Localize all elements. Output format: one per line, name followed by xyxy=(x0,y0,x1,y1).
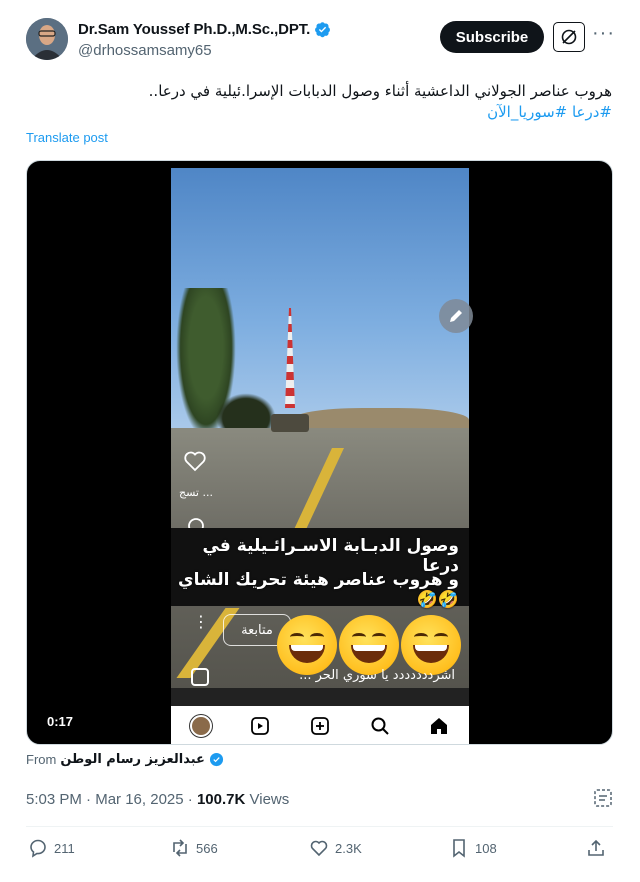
repost-count: 566 xyxy=(196,840,218,856)
reply-count: 211 xyxy=(54,840,75,856)
bookmark-icon xyxy=(453,839,465,858)
reply-icon xyxy=(30,839,46,858)
reply-button[interactable]: 211 xyxy=(28,838,75,858)
heart-overlay-icon xyxy=(184,451,206,472)
profile-nav-icon xyxy=(189,714,213,738)
source-author-name[interactable]: عبدالعزيز رسام الوطن xyxy=(60,752,205,767)
reel-icon xyxy=(191,668,209,686)
tweet-hashtags[interactable]: #درعا #سوريا_الآن xyxy=(487,103,612,121)
meta-separator: · xyxy=(187,791,193,808)
views-count: 100.7K xyxy=(196,791,246,808)
instagram-nav-bar xyxy=(171,706,469,744)
repost-icon xyxy=(173,839,187,857)
video-player[interactable]: تسج ... وصول الدبـابة الاسـرائـيلية في د… xyxy=(26,160,613,745)
share-icon xyxy=(588,839,604,856)
search-nav-icon xyxy=(368,714,392,738)
add-post-nav-icon xyxy=(308,714,332,738)
video-caption-line2: و هروب عناصر هيئة تحريك الشاي🤣🤣 xyxy=(178,570,459,610)
edit-pencil-icon xyxy=(439,299,473,333)
post-time[interactable]: 5:03 PM xyxy=(26,791,82,808)
tweet-meta: 5:03 PM · Mar 16, 2025 · 100.7K Views xyxy=(26,791,289,808)
author-avatar[interactable] xyxy=(26,18,68,60)
from-label: From xyxy=(26,752,57,767)
author-handle[interactable]: @drhossamsamy65 xyxy=(78,42,212,59)
author-display-name[interactable]: Dr.Sam Youssef Ph.D.,M.Sc.,DPT. xyxy=(78,21,310,38)
grok-icon[interactable] xyxy=(553,22,585,52)
bookmark-button[interactable]: 108 xyxy=(449,838,497,858)
share-button[interactable] xyxy=(586,838,606,858)
analytics-icon[interactable] xyxy=(593,788,613,808)
original-caption: اشرددددددد يا سوري الحر ... xyxy=(299,668,455,683)
like-count: 2.3K xyxy=(335,840,362,856)
post-date[interactable]: Mar 16, 2025 xyxy=(95,791,183,808)
bookmark-count: 108 xyxy=(475,840,497,856)
from-attribution[interactable]: From عبدالعزيز رسام الوطن xyxy=(26,752,224,767)
grin-emoji-icon xyxy=(339,615,399,675)
video-frame: تسج ... وصول الدبـابة الاسـرائـيلية في د… xyxy=(171,168,469,744)
subscribe-button[interactable]: Subscribe xyxy=(440,21,544,53)
author-name-row[interactable]: Dr.Sam Youssef Ph.D.,M.Sc.,DPT. xyxy=(78,21,331,38)
divider xyxy=(26,826,613,827)
verified-badge-icon xyxy=(315,22,331,38)
like-overlay-label: تسج ... xyxy=(179,486,213,499)
translate-post-link[interactable]: Translate post xyxy=(26,130,108,145)
tweet-text: هروب عناصر الجولاني الداعشية أثناء وصول … xyxy=(148,82,612,100)
grin-emoji-icon xyxy=(277,615,337,675)
grin-emoji-icon xyxy=(401,615,461,675)
tank xyxy=(271,414,309,432)
reels-nav-icon xyxy=(248,714,272,738)
more-options-icon[interactable]: ··· xyxy=(592,23,614,46)
video-duration: 0:17 xyxy=(47,714,74,729)
like-button[interactable]: 2.3K xyxy=(309,838,362,858)
heart-icon xyxy=(310,840,328,857)
home-nav-icon xyxy=(427,714,451,738)
action-bar: 211 566 2.3K 108 xyxy=(26,838,613,864)
meta-separator: · xyxy=(86,791,92,808)
verified-badge-icon xyxy=(209,752,223,767)
laughing-emojis xyxy=(277,615,461,675)
repost-button[interactable]: 566 xyxy=(170,838,218,858)
kebab-menu-icon: ⋮ xyxy=(193,614,209,631)
views-label: Views xyxy=(249,791,290,808)
